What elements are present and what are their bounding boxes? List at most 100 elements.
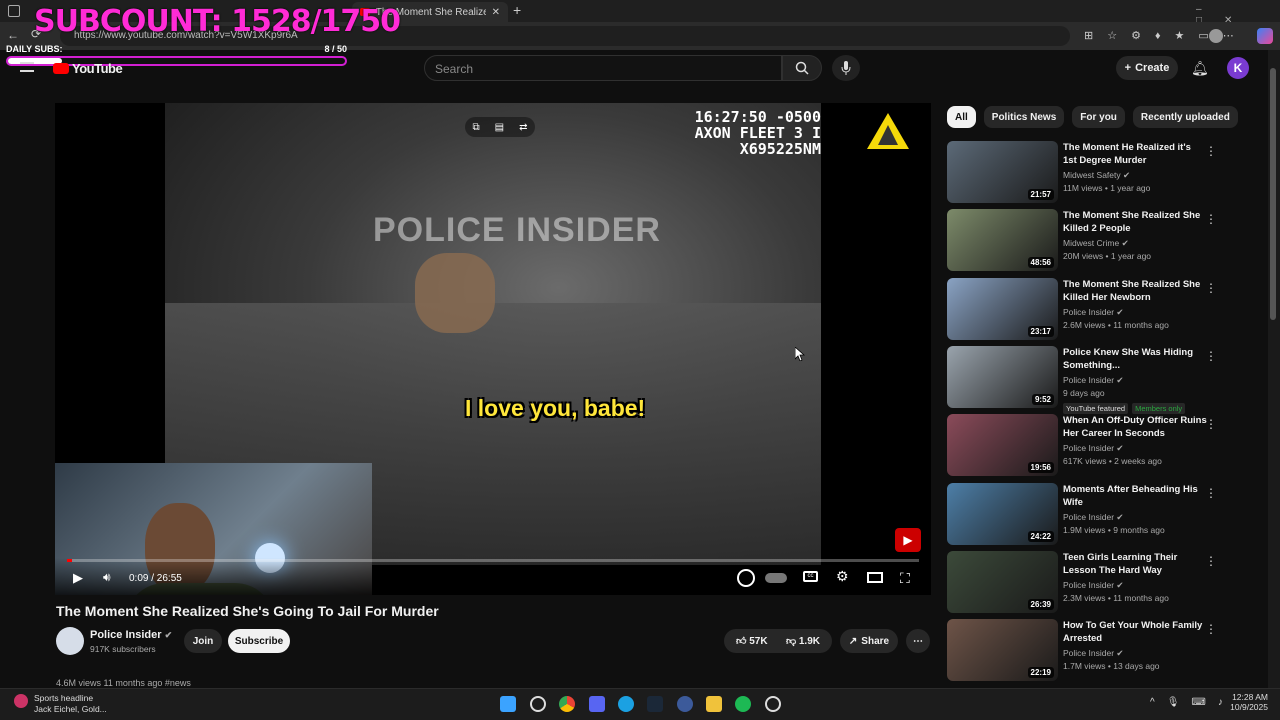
- axon-logo-icon: [867, 113, 909, 149]
- like-button[interactable]: 👍︎ 57K: [736, 635, 768, 647]
- rec-channel[interactable]: Midwest Crime ✔: [1063, 238, 1129, 249]
- join-button[interactable]: Join: [184, 629, 222, 653]
- news-widget-subtitle[interactable]: Jack Eichel, Gold...: [34, 704, 107, 714]
- rec-channel[interactable]: Police Insider ✔: [1063, 512, 1124, 523]
- miniplayer-overlay-controls[interactable]: ⧉ ▤ ⇄: [465, 117, 535, 137]
- dislike-button[interactable]: 👎︎ 1.9K: [786, 635, 820, 647]
- rec-title[interactable]: Moments After Beheading His Wife: [1063, 483, 1207, 509]
- rec-channel[interactable]: Police Insider ✔: [1063, 307, 1124, 318]
- clock[interactable]: 12:28 AM 10/9/2025: [1224, 692, 1268, 712]
- rec-thumbnail[interactable]: 23:17: [947, 278, 1058, 340]
- rec-title[interactable]: Police Knew She Was Hiding Something...: [1063, 346, 1207, 372]
- system-tray-icons[interactable]: ^🎙︎⌨♪: [1150, 697, 1235, 708]
- rec-meta: 20M views • 1 year ago: [1063, 251, 1152, 261]
- rec-thumbnail[interactable]: 22:19: [947, 619, 1058, 681]
- rec-more-icon[interactable]: ⋮: [1205, 349, 1217, 363]
- rec-thumbnail[interactable]: 26:39: [947, 551, 1058, 613]
- search-input[interactable]: Search: [424, 55, 782, 81]
- rec-thumbnail[interactable]: 19:56: [947, 414, 1058, 476]
- spotify-icon[interactable]: [735, 696, 751, 712]
- shield-icon[interactable]: [737, 569, 755, 587]
- rec-title[interactable]: The Moment She Realized She Killed Her N…: [1063, 278, 1207, 304]
- rec-channel[interactable]: Police Insider ✔: [1063, 580, 1124, 591]
- recommendation-item[interactable]: 24:22 Moments After Beheading His Wife P…: [947, 483, 1217, 547]
- rec-title[interactable]: The Moment He Realized it's 1st Degree M…: [1063, 141, 1207, 167]
- autoplay-toggle[interactable]: [765, 573, 787, 583]
- account-avatar[interactable]: K: [1227, 57, 1249, 79]
- rec-more-icon[interactable]: ⋮: [1205, 554, 1217, 568]
- search-button[interactable]: [782, 55, 822, 81]
- subscribe-button[interactable]: Subscribe: [228, 629, 290, 653]
- rec-channel[interactable]: Police Insider ✔: [1063, 375, 1124, 386]
- rec-title[interactable]: Teen Girls Learning Their Lesson The Har…: [1063, 551, 1207, 577]
- rec-more-icon[interactable]: ⋮: [1205, 281, 1217, 295]
- rec-more-icon[interactable]: ⋮: [1205, 144, 1217, 158]
- scrollbar-thumb[interactable]: [1270, 68, 1276, 320]
- plus-icon: +: [1124, 62, 1132, 74]
- rec-thumbnail[interactable]: 24:22: [947, 483, 1058, 545]
- discord-icon[interactable]: [589, 696, 605, 712]
- recommendation-item[interactable]: 26:39 Teen Girls Learning Their Lesson T…: [947, 551, 1217, 615]
- chip-recently-uploaded[interactable]: Recently uploaded: [1132, 106, 1238, 128]
- rec-channel[interactable]: Police Insider ✔: [1063, 443, 1124, 454]
- recommendation-item[interactable]: 22:19 How To Get Your Whole Family Arres…: [947, 619, 1217, 683]
- close-tab-icon[interactable]: ✕: [492, 7, 500, 18]
- edge-icon[interactable]: [618, 696, 634, 712]
- channel-avatar[interactable]: [56, 627, 84, 655]
- rec-thumbnail[interactable]: 21:57: [947, 141, 1058, 203]
- taskbar-search-icon[interactable]: [530, 696, 546, 712]
- fullscreen-icon[interactable]: ⛶: [900, 570, 910, 587]
- menu-icon[interactable]: [20, 62, 34, 72]
- app-icon[interactable]: [677, 696, 693, 712]
- voice-search-button[interactable]: [832, 55, 860, 81]
- more-actions-button[interactable]: ⋯: [906, 629, 930, 653]
- recommendation-item[interactable]: 19:56 When An Off-Duty Officer Ruins Her…: [947, 414, 1217, 478]
- captions-icon[interactable]: cc: [803, 571, 818, 582]
- share-button[interactable]: ↗ Share: [840, 629, 898, 653]
- rec-duration: 23:17: [1027, 326, 1054, 337]
- recommendation-item[interactable]: 48:56 The Moment She Realized She Killed…: [947, 209, 1217, 273]
- steam-icon[interactable]: [647, 696, 663, 712]
- copilot-icon[interactable]: [1257, 28, 1273, 44]
- chip-politics-news[interactable]: Politics News: [983, 106, 1065, 128]
- chrome-icon[interactable]: [559, 696, 575, 712]
- tab-actions-icon[interactable]: [8, 5, 20, 17]
- youtube-logo[interactable]: YouTube: [53, 61, 123, 76]
- rec-more-icon[interactable]: ⋮: [1205, 486, 1217, 500]
- rec-channel[interactable]: Police Insider ✔: [1063, 648, 1124, 659]
- news-widget-title[interactable]: Sports headline: [34, 693, 93, 703]
- recommendation-item[interactable]: 21:57 The Moment He Realized it's 1st De…: [947, 141, 1217, 205]
- theater-mode-icon[interactable]: [867, 572, 883, 583]
- rec-more-icon[interactable]: ⋮: [1205, 212, 1217, 226]
- play-button[interactable]: ▶: [73, 570, 83, 586]
- rec-more-icon[interactable]: ⋮: [1205, 622, 1217, 636]
- rec-title[interactable]: When An Off-Duty Officer Ruins Her Caree…: [1063, 414, 1207, 440]
- subscribe-watermark-icon[interactable]: ▶: [895, 528, 921, 552]
- start-icon[interactable]: [500, 696, 516, 712]
- rec-title[interactable]: How To Get Your Whole Family Arrested: [1063, 619, 1207, 645]
- description-preview[interactable]: 4.6M views 11 months ago #news: [56, 678, 932, 688]
- rec-title[interactable]: The Moment She Realized She Killed 2 Peo…: [1063, 209, 1207, 235]
- notifications-icon[interactable]: 🔔︎: [1191, 60, 1209, 77]
- recommendation-item[interactable]: 9:52 Police Knew She Was Hiding Somethin…: [947, 346, 1217, 414]
- progress-bar[interactable]: [67, 559, 919, 562]
- chip-all[interactable]: All: [947, 106, 976, 128]
- volume-icon[interactable]: 🔊︎: [103, 570, 111, 585]
- rec-thumbnail[interactable]: 48:56: [947, 209, 1058, 271]
- rec-more-icon[interactable]: ⋮: [1205, 417, 1217, 431]
- rec-channel[interactable]: Midwest Safety ✔: [1063, 170, 1130, 181]
- new-tab-button[interactable]: +: [513, 2, 521, 18]
- channel-name[interactable]: Police Insider ✔: [90, 629, 172, 641]
- obs-icon[interactable]: [765, 696, 781, 712]
- settings-gear-icon[interactable]: ⚙: [836, 568, 849, 585]
- mouse-cursor-icon: [795, 347, 805, 361]
- profile-icon[interactable]: [1209, 29, 1223, 43]
- news-widget-icon[interactable]: [14, 694, 28, 708]
- back-icon[interactable]: ←: [7, 28, 19, 42]
- recommendation-item[interactable]: 23:17 The Moment She Realized She Killed…: [947, 278, 1217, 342]
- file-explorer-icon[interactable]: [706, 696, 722, 712]
- create-button[interactable]: + Create: [1116, 56, 1178, 80]
- browser-toolbar-icons[interactable]: ⊞☆⚙♦★▭⋯: [1084, 29, 1248, 42]
- chip-for-you[interactable]: For you: [1072, 106, 1125, 128]
- rec-thumbnail[interactable]: 9:52: [947, 346, 1058, 408]
